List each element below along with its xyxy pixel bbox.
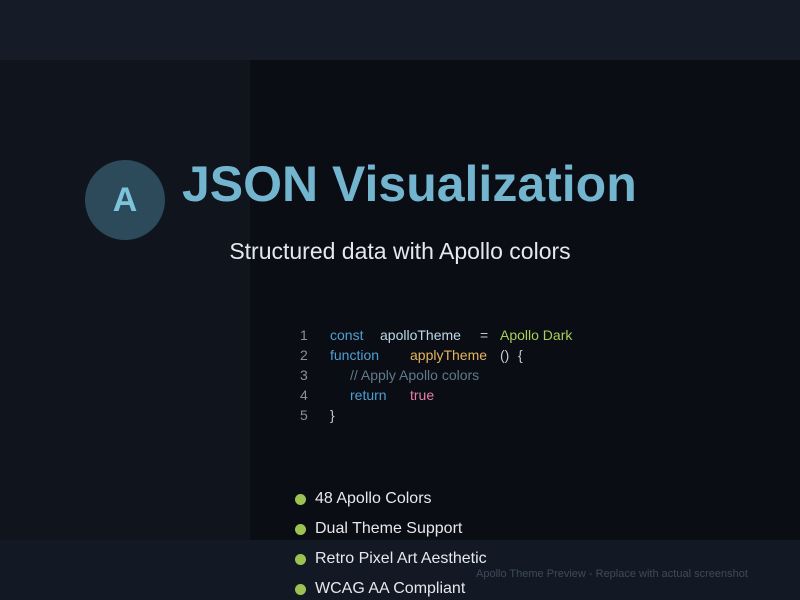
line-number: 5 (300, 407, 308, 423)
bullet-icon (295, 524, 306, 535)
bullet-icon (295, 554, 306, 565)
feature-label: Dual Theme Support (315, 520, 463, 537)
line-number: 1 (300, 327, 308, 343)
feature-list: 48 Apollo Colors Dual Theme Support Retr… (295, 488, 487, 600)
code-variable: apolloTheme (380, 327, 461, 343)
code-string: Apollo Dark (500, 327, 573, 343)
feature-item: Retro Pixel Art Aesthetic (295, 548, 487, 578)
feature-item: WCAG AA Compliant (295, 578, 487, 600)
code-brace: { (518, 347, 523, 363)
top-band (0, 0, 800, 60)
page-subtitle: Structured data with Apollo colors (229, 238, 571, 264)
logo-badge: A (85, 160, 165, 240)
preview-stage: A JSON Visualization Structured data wit… (0, 0, 800, 600)
feature-label: Retro Pixel Art Aesthetic (315, 550, 487, 567)
code-keyword: function (330, 347, 380, 363)
feature-label: 48 Apollo Colors (315, 490, 432, 507)
code-parens: () (500, 347, 510, 363)
page-title: JSON Visualization (182, 156, 637, 212)
code-keyword: const (330, 327, 364, 343)
preview-caption: Apollo Theme Preview - Replace with actu… (476, 568, 748, 580)
feature-item: 48 Apollo Colors (295, 488, 487, 518)
line-number: 3 (300, 367, 308, 383)
line-number: 4 (300, 387, 308, 403)
feature-item: Dual Theme Support (295, 518, 487, 548)
feature-label: WCAG AA Compliant (315, 580, 466, 597)
bullet-icon (295, 494, 306, 505)
line-number: 2 (300, 347, 308, 363)
left-panel (0, 60, 250, 540)
code-brace: } (330, 407, 335, 423)
bullet-icon (295, 584, 306, 595)
code-boolean: true (410, 387, 435, 403)
code-operator: = (480, 327, 489, 343)
code-keyword: return (350, 387, 387, 403)
code-function-name: applyTheme (410, 347, 488, 363)
main-area (250, 60, 800, 540)
code-comment: // Apply Apollo colors (350, 367, 480, 383)
